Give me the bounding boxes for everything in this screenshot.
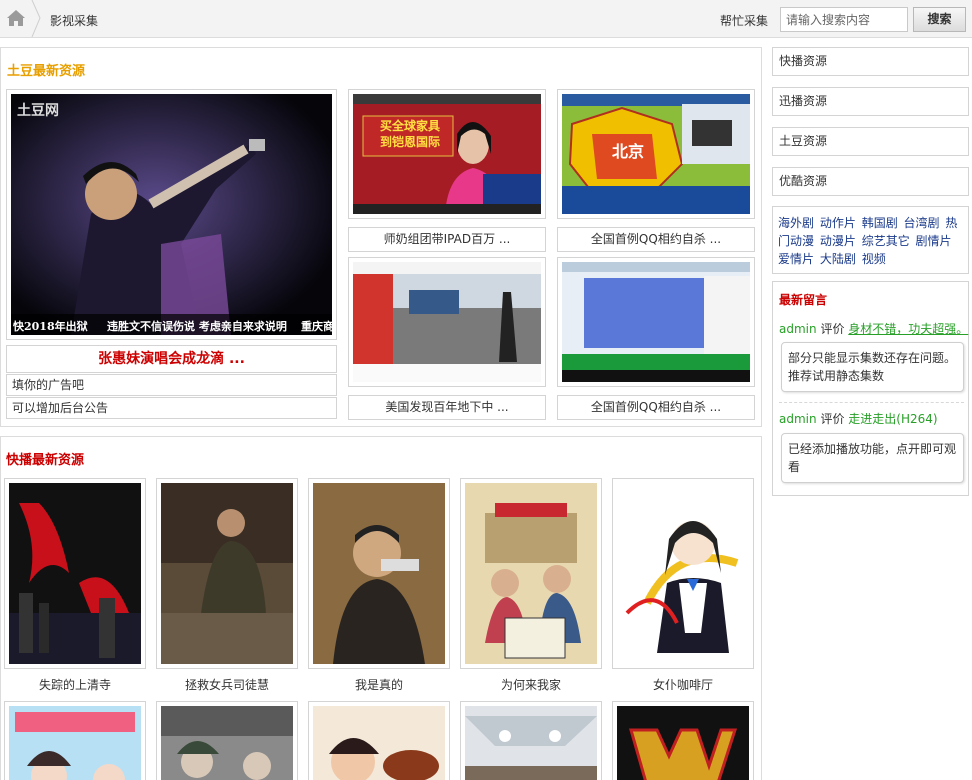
movie-poster[interactable]	[156, 478, 298, 669]
notice-item[interactable]: 填你的广告吧	[6, 374, 337, 396]
movie-poster[interactable]	[612, 478, 754, 669]
comments-title: 最新留言	[779, 293, 828, 307]
thumbnail-overlay-text: 北京	[612, 142, 645, 161]
feature-subtitle-left: 快2018年出狱	[13, 320, 88, 333]
comment-body: 部分只能显示集数还存在问题。推荐试用静态集数	[781, 342, 964, 392]
poster-caption-link[interactable]: 女仆咖啡厅	[610, 676, 756, 693]
breadcrumb-separator-icon	[31, 0, 41, 37]
video-caption-link[interactable]: 全国首例QQ相约自杀 ...	[557, 227, 755, 252]
category-tag[interactable]: 韩国剧	[862, 216, 898, 230]
category-tag[interactable]: 大陆剧	[820, 252, 856, 266]
comment-header: admin 评价 走进走出(H264)	[779, 410, 938, 427]
movie-poster[interactable]	[612, 701, 754, 780]
video-caption-link[interactable]: 全国首例QQ相约自杀 ...	[557, 395, 755, 420]
category-tag[interactable]: 动漫片	[820, 234, 856, 248]
category-tag[interactable]: 综艺其它	[862, 234, 910, 248]
sidebar-link-xunbo[interactable]: 迅播资源	[772, 87, 969, 116]
video-thumbnail[interactable]	[348, 257, 546, 387]
movie-poster[interactable]	[4, 701, 146, 780]
feature-thumbnail[interactable]: 土豆网 快2018年出狱 违胜文不信误伤说 考虑亲自来求说明 重庆商	[6, 89, 337, 340]
home-icon	[7, 10, 25, 26]
comment-action: 评价	[820, 322, 845, 336]
movie-poster[interactable]	[460, 701, 602, 780]
video-caption-link[interactable]: 美国发现百年地下中 ...	[348, 395, 546, 420]
notice-item[interactable]: 可以增加后台公告	[6, 397, 337, 419]
comment-body: 已经添加播放功能，点开即可观看	[781, 433, 964, 483]
category-tag[interactable]: 视频	[862, 252, 886, 266]
video-caption-link[interactable]: 师奶组团带IPAD百万 ...	[348, 227, 546, 252]
feature-subtitle-mid: 违胜文不信误伤说 考虑亲自来求说明	[107, 320, 287, 333]
latest-comments-panel: 最新留言 admin 评价 身材不错，功夫超强。 部分只能显示集数还存在问题。推…	[772, 281, 969, 496]
poster-caption-link[interactable]: 拯救女兵司徒慧	[154, 676, 300, 693]
video-thumbnail[interactable]: 买全球家具 到铠恩国际	[348, 89, 546, 219]
category-tag[interactable]: 台湾剧	[904, 216, 940, 230]
video-thumbnail[interactable]: 北京	[557, 89, 755, 219]
feature-title-link[interactable]: 张惠妹演唱会成龙滴 ...	[6, 345, 337, 373]
comment-action: 评价	[820, 412, 845, 426]
sidebar-link-youku[interactable]: 优酷资源	[772, 167, 969, 196]
comment-target-link[interactable]: 身材不错，功夫超强。	[848, 322, 968, 336]
top-bar: 影视采集 帮忙采集 搜索	[0, 0, 972, 38]
sidebar-link-tudou[interactable]: 土豆资源	[772, 127, 969, 156]
movie-poster[interactable]	[4, 478, 146, 669]
breadcrumb[interactable]: 影视采集	[50, 12, 98, 29]
category-tag[interactable]: 爱情片	[778, 252, 814, 266]
category-tag[interactable]: 海外剧	[778, 216, 814, 230]
thumbnail-overlay-text: 买全球家具 到铠恩国际	[379, 119, 440, 149]
tudou-section-title[interactable]: 土豆最新资源	[7, 60, 85, 79]
kuaibo-section-title[interactable]: 快播最新资源	[6, 449, 84, 468]
movie-poster[interactable]	[460, 478, 602, 669]
sidebar-link-kuaibo[interactable]: 快播资源	[772, 47, 969, 76]
category-tag[interactable]: 动作片	[820, 216, 856, 230]
movie-poster[interactable]	[308, 478, 450, 669]
feature-watermark: 土豆网	[17, 103, 59, 119]
movie-poster[interactable]	[156, 701, 298, 780]
search-button[interactable]: 搜索	[913, 7, 966, 32]
help-collect-link[interactable]: 帮忙采集	[720, 12, 768, 29]
feature-subtitle-right: 重庆商	[301, 320, 332, 333]
comment-header: admin 评价 身材不错，功夫超强。	[779, 320, 968, 337]
poster-caption-link[interactable]: 为何来我家	[458, 676, 604, 693]
comment-user[interactable]: admin	[779, 322, 817, 336]
comment-target-link[interactable]: 走进走出(H264)	[848, 412, 937, 426]
comment-user[interactable]: admin	[779, 412, 817, 426]
movie-poster[interactable]	[308, 701, 450, 780]
category-tags: 海外剧 动作片 韩国剧 台湾剧 热门动漫 动漫片 综艺其它 剧情片 爱情片 大陆…	[772, 206, 969, 274]
video-thumbnail[interactable]	[557, 257, 755, 387]
comment-divider	[779, 402, 964, 403]
category-tag[interactable]: 剧情片	[916, 234, 952, 248]
poster-caption-link[interactable]: 失踪的上清寺	[2, 676, 148, 693]
search-input[interactable]	[780, 7, 908, 32]
poster-caption-link[interactable]: 我是真的	[306, 676, 452, 693]
